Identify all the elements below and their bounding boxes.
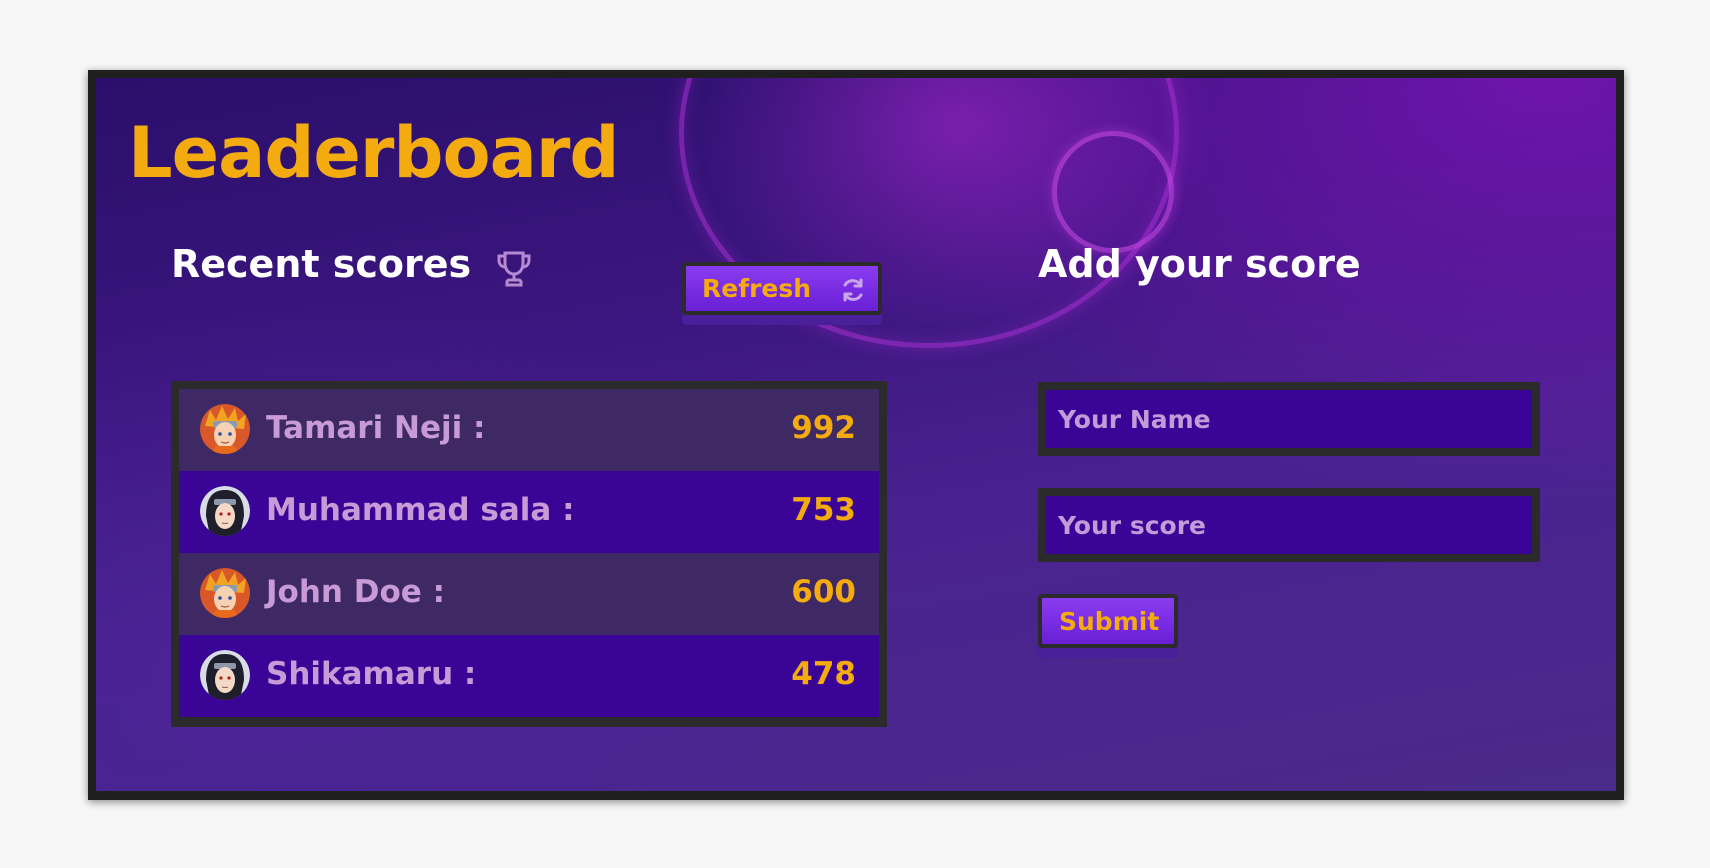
recent-scores-heading: Recent scores [171, 242, 472, 286]
player-name: Tamari Neji : [266, 410, 486, 446]
refresh-button[interactable]: Refresh [682, 262, 882, 315]
decorative-ring-small [1052, 131, 1174, 253]
dark-hair-ninja-avatar [200, 486, 250, 536]
trophy-icon [495, 249, 533, 289]
submit-button-label: Submit [1059, 606, 1160, 636]
submit-button[interactable]: Submit [1038, 594, 1178, 648]
name-input[interactable] [1046, 390, 1532, 448]
name-field-wrapper [1038, 382, 1540, 456]
score-row: John Doe : 600 [179, 553, 879, 635]
player-name: Muhammad sala : [266, 492, 575, 528]
orange-hair-ninja-avatar [200, 404, 250, 454]
player-name: Shikamaru : [266, 656, 477, 692]
player-score: 478 [791, 656, 856, 692]
score-field-wrapper [1038, 488, 1540, 562]
score-list: Tamari Neji : 992 Muhammad sala : 753 Jo… [171, 381, 887, 727]
orange-hair-ninja-avatar [200, 568, 250, 618]
refresh-icon [840, 277, 866, 303]
player-score: 753 [791, 492, 856, 528]
refresh-button-label: Refresh [702, 274, 812, 303]
dark-hair-ninja-avatar [200, 650, 250, 700]
score-row: Tamari Neji : 992 [179, 389, 879, 471]
score-input[interactable] [1046, 496, 1532, 554]
score-row: Shikamaru : 478 [179, 635, 879, 717]
score-row: Muhammad sala : 753 [179, 471, 879, 553]
add-score-heading: Add your score [1038, 242, 1361, 286]
app-container: Leaderboard Recent scores Refresh Tamari… [96, 78, 1616, 791]
page-title: Leaderboard [128, 112, 619, 194]
player-name: John Doe : [266, 574, 446, 610]
player-score: 992 [791, 410, 856, 446]
player-score: 600 [791, 574, 856, 610]
